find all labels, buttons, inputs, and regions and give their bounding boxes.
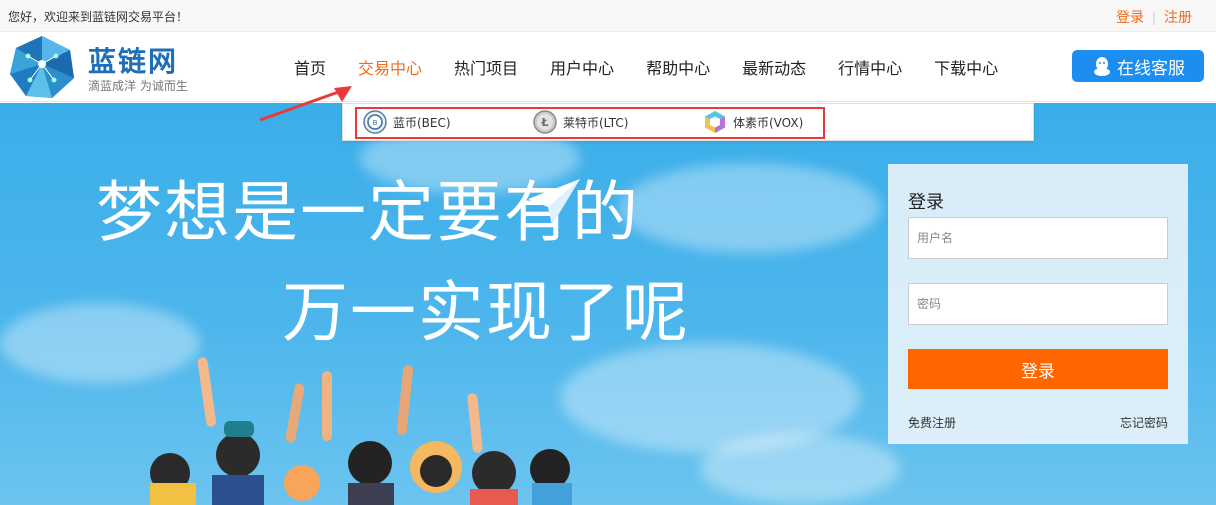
ltc-coin-icon: Ł: [533, 110, 557, 134]
forgot-password-link[interactable]: 忘记密码: [1120, 414, 1168, 431]
login-title: 登录: [908, 192, 944, 213]
welcome-text: 您好，欢迎来到蓝链网交易平台！: [8, 10, 189, 24]
svg-text:B: B: [373, 119, 378, 127]
password-input[interactable]: [908, 283, 1168, 325]
bec-coin-icon: B: [363, 110, 387, 134]
login-panel: 登录 登录 免费注册 忘记密码: [888, 164, 1188, 444]
main-nav: 首页 交易中心 热门项目 用户中心 帮助中心 最新动态 行情中心 下载中心: [278, 32, 1014, 102]
nav-item-help-center[interactable]: 帮助中心: [630, 55, 726, 79]
site-logo[interactable]: 蓝链网 滴蓝成洋 为诚而生: [8, 34, 188, 100]
hero-slogan-line2: 万一实现了呢: [282, 274, 690, 351]
auth-separator: |: [1151, 11, 1156, 25]
online-service-label: 在线客服: [1117, 58, 1185, 79]
logo-slogan: 滴蓝成洋 为诚而生: [88, 79, 188, 93]
top-login-link[interactable]: 登录: [1116, 10, 1144, 26]
logo-gem-icon: [10, 36, 74, 98]
username-input[interactable]: [908, 217, 1168, 259]
online-service-button[interactable]: 在线客服: [1072, 50, 1204, 82]
submenu-item-label: 体素币(VOX): [733, 115, 804, 130]
svg-text:Ł: Ł: [540, 116, 548, 129]
nav-item-home[interactable]: 首页: [278, 55, 342, 79]
login-submit-button[interactable]: 登录: [908, 349, 1168, 389]
auth-links: 登录 | 注册: [1116, 7, 1192, 27]
vox-coin-icon: [705, 111, 725, 133]
annotation-arrow-icon: [259, 86, 352, 122]
nav-item-download[interactable]: 下载中心: [918, 55, 1014, 79]
cheering-people-illustration: [150, 357, 572, 505]
submenu-item-label: 莱特币(LTC): [563, 115, 629, 130]
free-register-link[interactable]: 免费注册: [908, 414, 956, 431]
qq-penguin-icon: [1094, 57, 1110, 76]
submenu-item-ltc[interactable]: Ł 莱特币(LTC): [533, 110, 628, 134]
logo-name: 蓝链网: [88, 45, 179, 78]
cloud-decoration: [620, 163, 880, 253]
submenu-item-vox[interactable]: 体素币(VOX): [703, 110, 803, 134]
top-bar: 您好，欢迎来到蓝链网交易平台！ 登录 | 注册: [0, 0, 1216, 32]
nav-item-user-center[interactable]: 用户中心: [534, 55, 630, 79]
nav-item-trading-center[interactable]: 交易中心: [342, 55, 438, 79]
paper-plane-icon: [528, 179, 580, 225]
trading-center-dropdown: B 蓝币(BEC) Ł 莱特币(LTC) 体素币(VOX): [342, 103, 1034, 141]
nav-item-news[interactable]: 最新动态: [726, 55, 822, 79]
submenu-item-label: 蓝币(BEC): [393, 115, 451, 130]
nav-item-hot-projects[interactable]: 热门项目: [438, 55, 534, 79]
submenu-item-bec[interactable]: B 蓝币(BEC): [363, 110, 451, 134]
site-header: 蓝链网 滴蓝成洋 为诚而生 首页 交易中心 热门项目 用户中心 帮助中心 最新动…: [0, 32, 1216, 102]
top-register-link[interactable]: 注册: [1164, 10, 1192, 26]
cloud-decoration: [700, 433, 900, 503]
nav-item-market[interactable]: 行情中心: [822, 55, 918, 79]
